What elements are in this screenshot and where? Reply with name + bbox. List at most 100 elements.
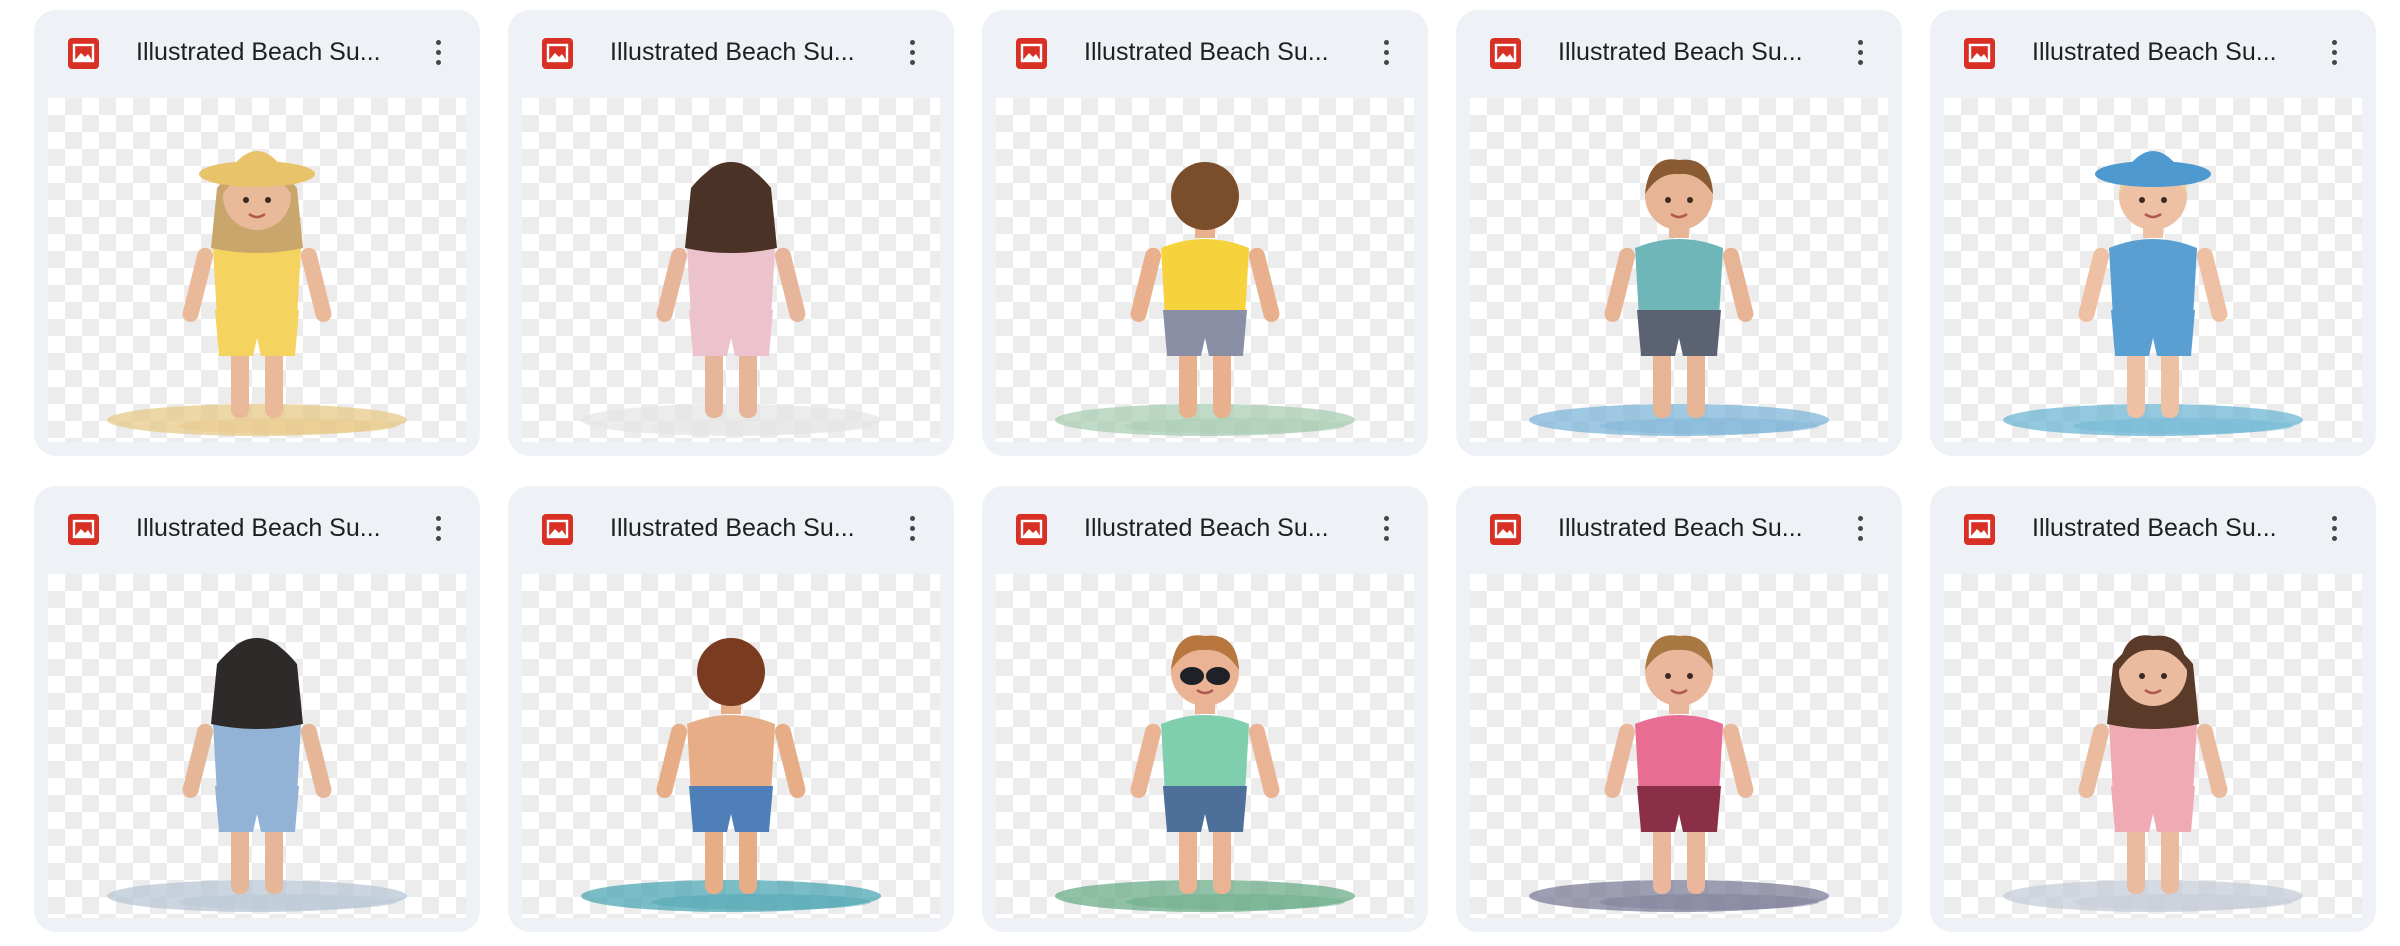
child-arm xyxy=(2078,247,2110,322)
card-header: Illustrated Beach Su... xyxy=(34,486,480,570)
more-dot xyxy=(435,525,441,531)
image-thumbnail[interactable] xyxy=(1944,574,2362,918)
image-thumbnail[interactable] xyxy=(1470,98,1888,442)
child-top xyxy=(2109,239,2197,318)
child-eye xyxy=(2139,673,2145,679)
thumbnail-illustration xyxy=(1055,162,1355,436)
image-file-icon xyxy=(1016,38,1047,69)
more-dot xyxy=(2331,59,2337,65)
more-options-button[interactable] xyxy=(1840,32,1880,72)
child-arm xyxy=(1248,247,1280,322)
file-card[interactable]: Illustrated Beach Su... xyxy=(34,10,480,456)
child-arm xyxy=(300,723,332,798)
more-options-button[interactable] xyxy=(2314,32,2354,72)
file-card[interactable]: Illustrated Beach Su... xyxy=(1456,486,1902,932)
more-dot xyxy=(435,49,441,55)
more-options-button[interactable] xyxy=(1366,508,1406,548)
ground-shadow xyxy=(1599,894,1819,910)
child-eye xyxy=(1665,673,1671,679)
file-name: Illustrated Beach Su... xyxy=(610,38,855,66)
file-card[interactable]: Illustrated Beach Su... xyxy=(1930,10,2376,456)
child-top xyxy=(1635,715,1723,794)
child-bottoms xyxy=(1163,786,1247,832)
child-eye xyxy=(1665,197,1671,203)
card-header: Illustrated Beach Su... xyxy=(1930,10,2376,94)
file-card[interactable]: Illustrated Beach Su... xyxy=(982,486,1428,932)
file-card[interactable]: Illustrated Beach Su... xyxy=(34,486,480,932)
more-dot xyxy=(435,515,441,521)
file-grid: Illustrated Beach Su... Illustrated Beac… xyxy=(34,10,2376,932)
card-header: Illustrated Beach Su... xyxy=(34,10,480,94)
image-thumbnail[interactable] xyxy=(996,574,1414,918)
child-bottoms xyxy=(215,786,299,832)
file-card[interactable]: Illustrated Beach Su... xyxy=(508,10,954,456)
child-top xyxy=(1161,239,1249,318)
more-dot xyxy=(435,535,441,541)
thumbnail-illustration xyxy=(581,638,881,912)
image-thumbnail[interactable] xyxy=(1470,574,1888,918)
more-options-button[interactable] xyxy=(892,32,932,72)
child-bottoms xyxy=(1163,310,1247,356)
child-eye xyxy=(243,197,249,203)
file-card[interactable]: Illustrated Beach Su... xyxy=(1456,10,1902,456)
ground-shadow xyxy=(2073,418,2293,434)
file-card[interactable]: Illustrated Beach Su... xyxy=(982,10,1428,456)
file-card[interactable]: Illustrated Beach Su... xyxy=(1930,486,2376,932)
child-eye xyxy=(1687,197,1693,203)
thumbnail-illustration xyxy=(581,162,881,436)
child-eye xyxy=(2139,197,2145,203)
child-head xyxy=(697,162,765,230)
file-card[interactable]: Illustrated Beach Su... xyxy=(508,486,954,932)
more-options-button[interactable] xyxy=(1840,508,1880,548)
file-name: Illustrated Beach Su... xyxy=(2032,38,2277,66)
child-head xyxy=(223,638,291,706)
ground-shadow xyxy=(1125,418,1345,434)
child-arm xyxy=(182,723,214,798)
child-eye xyxy=(1687,673,1693,679)
child-arm xyxy=(2196,723,2228,798)
child-head xyxy=(1171,162,1239,230)
more-dot xyxy=(1383,515,1389,521)
more-dot xyxy=(909,49,915,55)
image-file-icon xyxy=(542,38,573,69)
more-dot xyxy=(1383,39,1389,45)
sun-hat-crown xyxy=(2123,151,2183,174)
child-arm xyxy=(1604,723,1636,798)
child-arm xyxy=(656,723,688,798)
ground-shadow xyxy=(651,418,871,434)
image-file-icon xyxy=(1964,38,1995,69)
more-options-button[interactable] xyxy=(418,508,458,548)
image-thumbnail[interactable] xyxy=(48,574,466,918)
image-thumbnail[interactable] xyxy=(996,98,1414,442)
more-dot xyxy=(2331,515,2337,521)
more-dot xyxy=(909,535,915,541)
child-top xyxy=(1161,715,1249,794)
more-options-button[interactable] xyxy=(1366,32,1406,72)
more-dot xyxy=(1857,59,1863,65)
thumbnail-illustration xyxy=(1529,159,1829,436)
ground-shadow xyxy=(651,894,871,910)
child-head xyxy=(697,638,765,706)
more-options-button[interactable] xyxy=(892,508,932,548)
child-bottoms xyxy=(1637,310,1721,356)
child-bottoms xyxy=(2111,786,2195,832)
image-file-icon xyxy=(1490,38,1521,69)
file-name: Illustrated Beach Su... xyxy=(136,38,381,66)
more-options-button[interactable] xyxy=(418,32,458,72)
file-name: Illustrated Beach Su... xyxy=(1558,514,1803,542)
more-dot xyxy=(909,515,915,521)
image-file-icon xyxy=(68,38,99,69)
image-thumbnail[interactable] xyxy=(522,574,940,918)
image-thumbnail[interactable] xyxy=(1944,98,2362,442)
image-file-icon xyxy=(542,514,573,545)
ground-shadow xyxy=(177,894,397,910)
image-thumbnail[interactable] xyxy=(48,98,466,442)
more-dot xyxy=(1857,535,1863,541)
image-thumbnail[interactable] xyxy=(522,98,940,442)
child-arm xyxy=(2078,723,2110,798)
more-dot xyxy=(2331,535,2337,541)
more-options-button[interactable] xyxy=(2314,508,2354,548)
more-dot xyxy=(435,59,441,65)
child-bottoms xyxy=(689,310,773,356)
child-bottoms xyxy=(689,786,773,832)
